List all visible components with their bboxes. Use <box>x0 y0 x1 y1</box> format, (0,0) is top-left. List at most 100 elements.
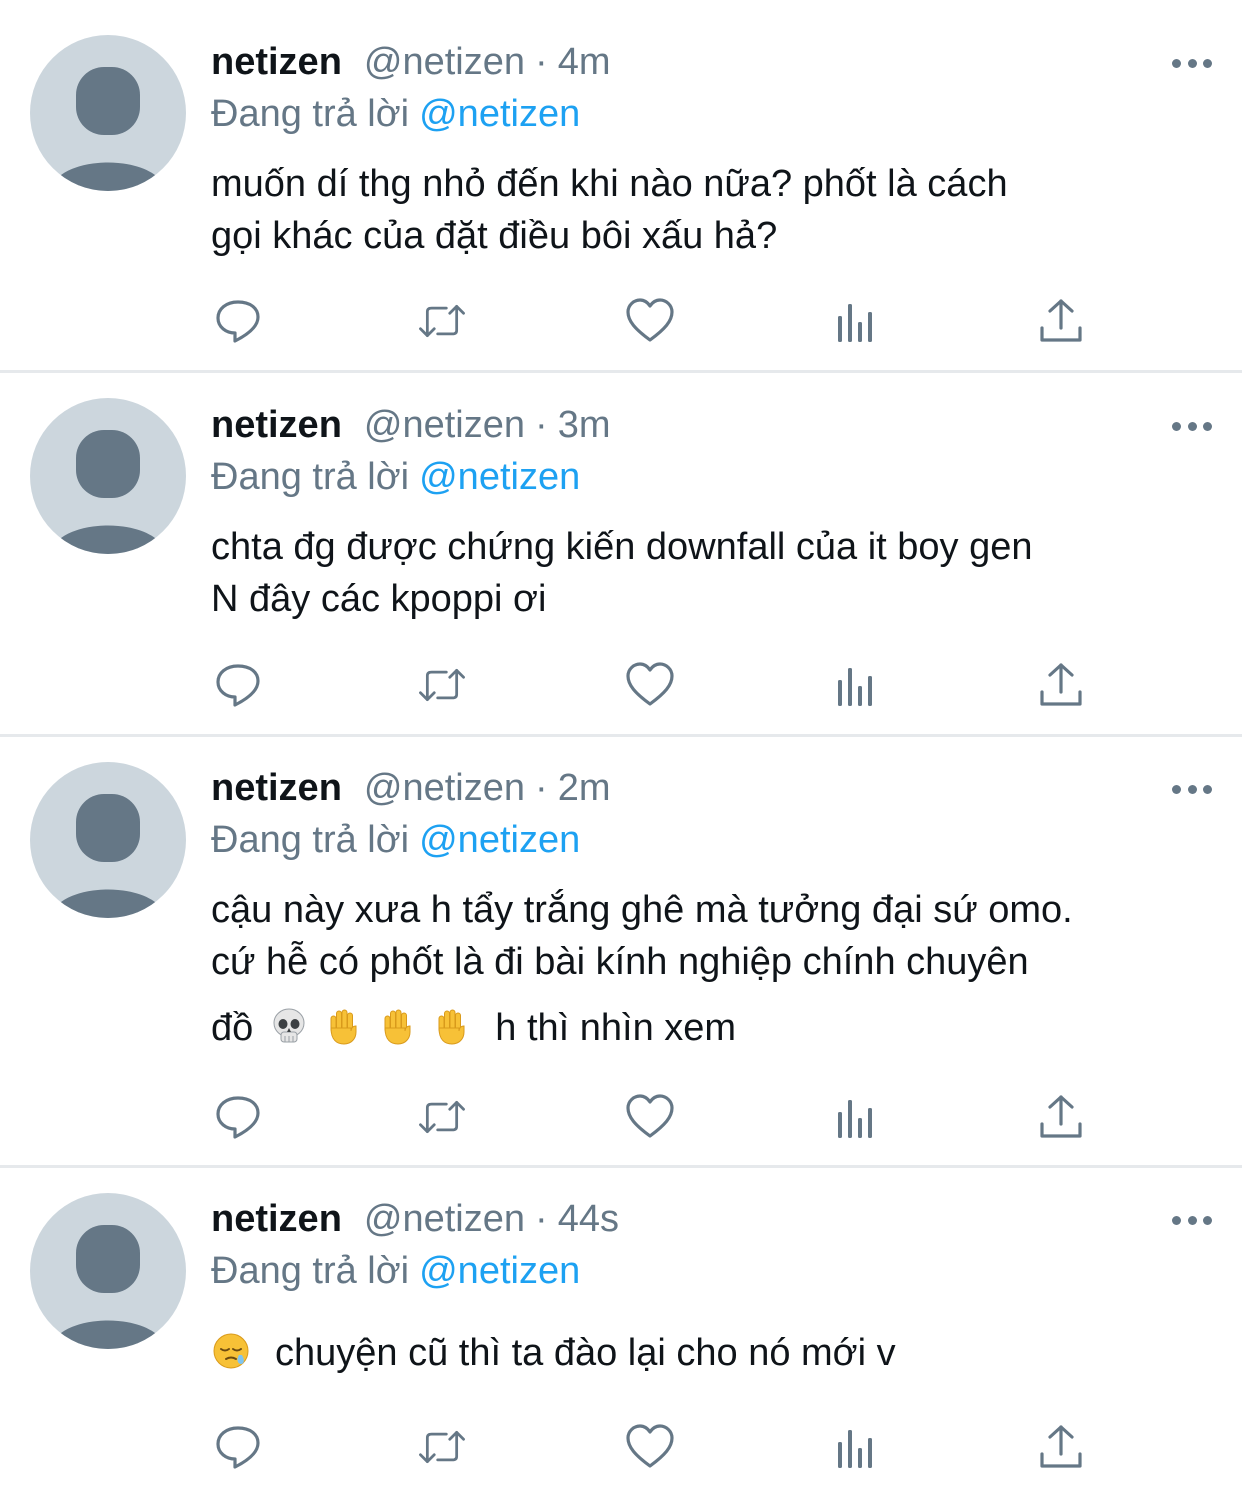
timestamp[interactable]: 3m <box>558 404 611 446</box>
default-avatar-icon <box>50 1225 166 1349</box>
tweet-text-line: cậu này xưa h tẩy trắng ghê mà tưởng đại… <box>211 889 1073 931</box>
avatar[interactable] <box>30 35 186 191</box>
display-name[interactable]: netizen <box>211 41 342 83</box>
reply-context: Đang trả lời @netizen <box>211 814 1202 866</box>
analytics-icon <box>838 304 872 342</box>
more-dot <box>1172 784 1181 794</box>
default-avatar-icon <box>50 67 166 191</box>
reply-mention-link[interactable]: @netizen <box>419 819 580 861</box>
tweet-text-line: gọi khác của đặt điều bôi xấu hả? <box>211 215 778 257</box>
default-avatar-icon <box>50 430 166 554</box>
reply-prefix: Đang trả lời <box>211 819 410 861</box>
user-handle[interactable]: @netizen <box>364 41 525 83</box>
analytics-icon <box>838 1430 872 1468</box>
like-button[interactable] <box>625 1422 675 1472</box>
user-handle[interactable]: @netizen <box>364 1198 525 1240</box>
tweet[interactable]: netizen @netizen · 44s Đang trả lời @netizen… <box>0 1168 1242 1492</box>
display-name[interactable]: netizen <box>211 1198 342 1240</box>
display-name[interactable]: netizen <box>211 767 342 809</box>
share-button[interactable] <box>1036 1422 1086 1472</box>
avatar[interactable] <box>30 1193 186 1349</box>
reply-button[interactable] <box>213 1092 263 1142</box>
tweet-text-segment: chuyện cũ thì ta đào lại cho nó mới v <box>275 1332 896 1374</box>
analytics-button[interactable] <box>831 660 881 710</box>
reply-prefix: Đang trả lời <box>211 1250 410 1292</box>
more-dot <box>1203 784 1212 794</box>
tweet-header: netizen @netizen · 3m <box>211 399 1202 451</box>
analytics-button[interactable] <box>831 296 881 346</box>
tweet-text-line: muốn dí thg nhỏ đến khi nào nữa? phốt là… <box>211 163 1008 205</box>
retweet-icon <box>419 1100 465 1134</box>
share-button[interactable] <box>1036 660 1086 710</box>
reply-context: Đang trả lời @netizen <box>211 1245 1202 1297</box>
like-button[interactable] <box>625 1092 675 1142</box>
reply-mention-link[interactable]: @netizen <box>419 93 580 135</box>
retweet-button[interactable] <box>417 1422 467 1472</box>
retweet-icon <box>419 304 465 338</box>
more-dot <box>1172 421 1181 431</box>
tweet-text: chuyện cũ thì ta đào lại cho nó mới v <box>211 1327 1202 1379</box>
reply-mention-link[interactable]: @netizen <box>419 456 580 498</box>
action-bar <box>211 1422 1111 1472</box>
more-dot <box>1187 784 1197 794</box>
like-icon <box>626 298 674 342</box>
analytics-icon <box>838 1100 872 1138</box>
more-dot <box>1187 1215 1197 1225</box>
tweet-text-line: cứ hễ có phốt là đi bài kính nghiệp chín… <box>211 941 1029 983</box>
reply-button[interactable] <box>213 296 263 346</box>
reply-button[interactable] <box>213 660 263 710</box>
like-button[interactable] <box>625 296 675 346</box>
separator-dot: · <box>535 404 548 446</box>
reply-icon <box>216 1426 260 1469</box>
more-dot <box>1203 1215 1212 1225</box>
more-dot <box>1172 1215 1181 1225</box>
tweet-header: netizen @netizen · 2m <box>211 762 1202 814</box>
tweet[interactable]: netizen @netizen · 4m Đang trả lời @netizen … <box>0 0 1242 373</box>
reply-feed: netizen @netizen · 4m Đang trả lời @netizen … <box>0 0 1242 1492</box>
tweet-text-line: N đây các kpoppi ơi <box>211 578 547 620</box>
share-icon <box>1040 1095 1082 1138</box>
like-button[interactable] <box>625 660 675 710</box>
share-button[interactable] <box>1036 1092 1086 1142</box>
raised-hand-emoji <box>438 1009 465 1045</box>
timestamp[interactable]: 2m <box>558 767 611 809</box>
reply-icon <box>216 664 260 707</box>
avatar[interactable] <box>30 762 186 918</box>
timestamp[interactable]: 44s <box>558 1198 619 1240</box>
tweet-text: cậu này xưa h tẩy trắng ghê mà tưởng đại… <box>211 884 1202 1054</box>
raised-hand-emoji <box>384 1009 411 1045</box>
tweet-header: netizen @netizen · 44s <box>211 1193 1202 1245</box>
action-bar <box>211 660 1111 710</box>
tweet-header: netizen @netizen · 4m <box>211 36 1202 88</box>
share-button[interactable] <box>1036 296 1086 346</box>
retweet-button[interactable] <box>417 296 467 346</box>
like-icon <box>626 662 674 706</box>
tweet-text-segment: h thì nhìn xem <box>495 1007 737 1049</box>
retweet-button[interactable] <box>417 1092 467 1142</box>
more-options-button[interactable] <box>1172 783 1212 795</box>
analytics-button[interactable] <box>831 1422 881 1472</box>
more-options-button[interactable] <box>1172 57 1212 69</box>
display-name[interactable]: netizen <box>211 404 342 446</box>
more-dot <box>1203 58 1212 68</box>
user-handle[interactable]: @netizen <box>364 767 525 809</box>
tweet[interactable]: netizen @netizen · 3m Đang trả lời @netizen … <box>0 373 1242 737</box>
avatar[interactable] <box>30 398 186 554</box>
action-bar <box>211 296 1111 346</box>
analytics-button[interactable] <box>831 1092 881 1142</box>
tweet-text: muốn dí thg nhỏ đến khi nào nữa? phốt là… <box>211 158 1202 262</box>
retweet-icon <box>419 668 465 702</box>
retweet-button[interactable] <box>417 660 467 710</box>
reply-prefix: Đang trả lời <box>211 93 410 135</box>
reply-mention-link[interactable]: @netizen <box>419 1250 580 1292</box>
timestamp[interactable]: 4m <box>558 41 611 83</box>
reply-prefix: Đang trả lời <box>211 456 410 498</box>
more-options-button[interactable] <box>1172 420 1212 432</box>
more-options-button[interactable] <box>1172 1214 1212 1226</box>
retweet-icon <box>419 1430 465 1464</box>
sleepy-face-emoji <box>213 1333 249 1369</box>
more-dot <box>1172 58 1181 68</box>
tweet[interactable]: netizen @netizen · 2m Đang trả lời @netizen … <box>0 737 1242 1168</box>
reply-button[interactable] <box>213 1422 263 1472</box>
user-handle[interactable]: @netizen <box>364 404 525 446</box>
